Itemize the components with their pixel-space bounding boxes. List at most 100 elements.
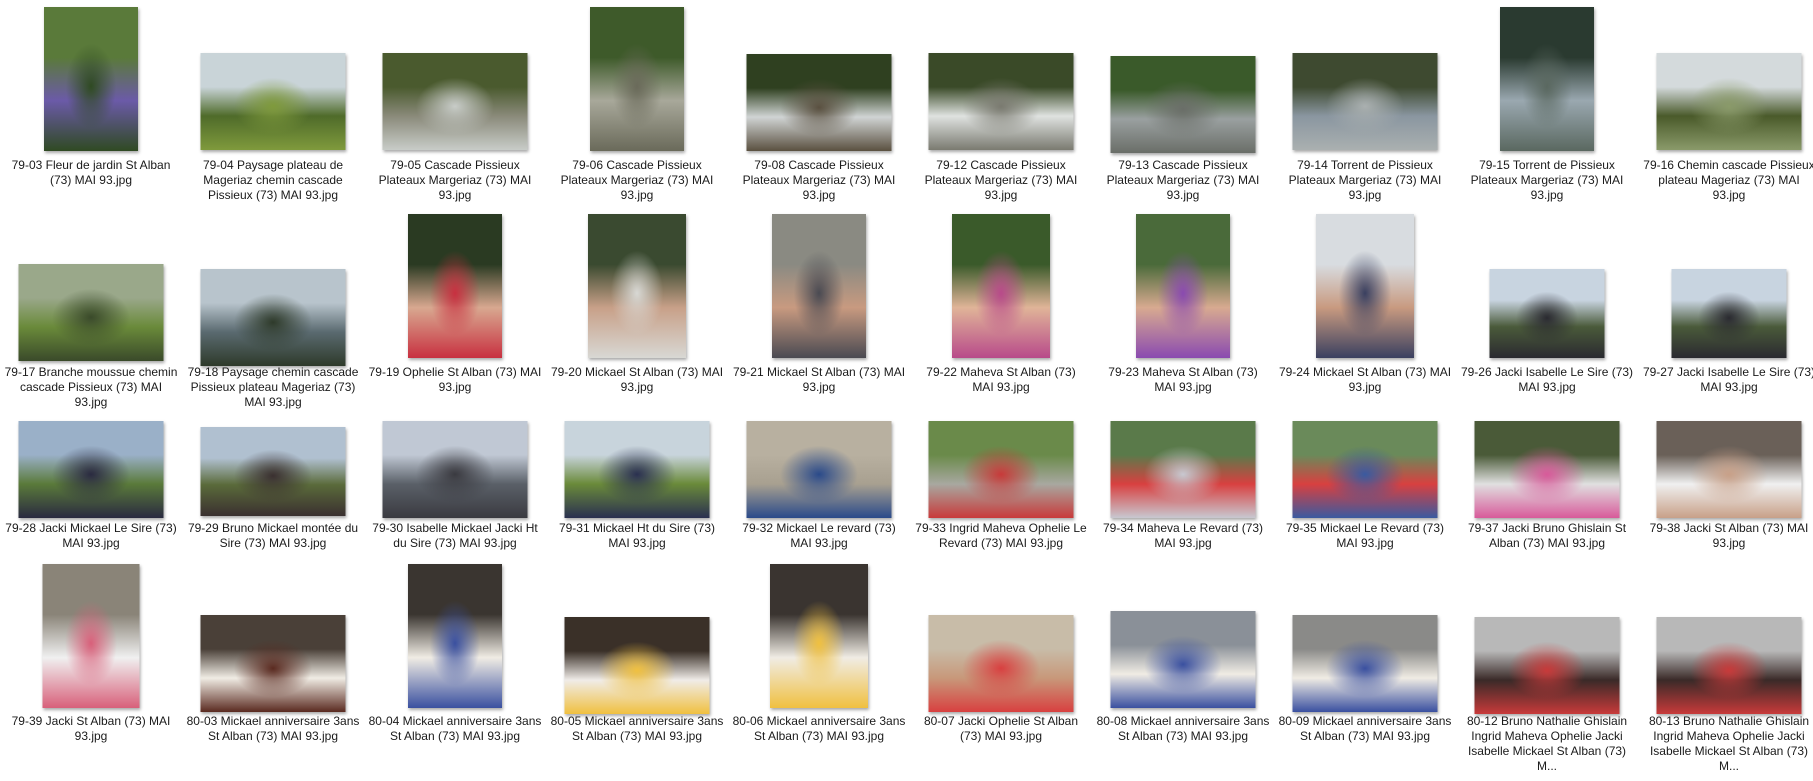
file-name-label: 79-38 Jacki St Alban (73) MAI 93.jpg — [1649, 521, 1809, 550]
image-thumbnail[interactable] — [1656, 617, 1802, 714]
file-name-label: 80-09 Mickael anniversaire 3ans St Alban… — [1278, 714, 1452, 743]
image-thumbnail[interactable] — [564, 617, 710, 714]
image-thumbnail[interactable] — [746, 421, 892, 518]
image-thumbnail[interactable] — [18, 421, 164, 518]
file-name-label: 79-34 Maheva Le Revard (73) MAI 93.jpg — [1102, 521, 1264, 550]
file-name-label: 80-12 Bruno Nathalie Ghislain Ingrid Mah… — [1466, 714, 1628, 773]
image-thumbnail[interactable] — [408, 214, 502, 358]
file-name-label: 79-16 Chemin cascade Pissieux plateau Ma… — [1643, 158, 1813, 202]
image-thumbnail[interactable] — [42, 564, 140, 708]
image-thumbnail[interactable] — [952, 214, 1050, 358]
file-name-label: 79-15 Torrent de Pissieux Plateaux Marge… — [1470, 158, 1624, 202]
image-thumbnail[interactable] — [1656, 421, 1802, 518]
image-thumbnail[interactable] — [1136, 214, 1230, 358]
file-item[interactable]: 79-18 Paysage chemin cascade Pissieux pl… — [182, 207, 364, 413]
file-item[interactable]: 79-35 Mickael Le Revard (73) MAI 93.jpg — [1274, 413, 1456, 560]
file-item[interactable]: 80-12 Bruno Nathalie Ghislain Ingrid Mah… — [1456, 560, 1638, 781]
image-thumbnail[interactable] — [200, 53, 346, 150]
image-thumbnail[interactable] — [408, 564, 502, 708]
file-name-label: 79-39 Jacki St Alban (73) MAI 93.jpg — [11, 714, 171, 743]
image-thumbnail[interactable] — [1110, 56, 1256, 153]
file-item[interactable]: 80-03 Mickael anniversaire 3ans St Alban… — [182, 560, 364, 781]
image-thumbnail[interactable] — [1292, 53, 1438, 150]
file-item[interactable]: 79-08 Cascade Pissieux Plateaux Margeria… — [728, 0, 910, 207]
file-name-label: 79-31 Mickael Ht du Sire (73) MAI 93.jpg — [558, 521, 716, 550]
file-item[interactable]: 79-04 Paysage plateau de Mageriaz chemin… — [182, 0, 364, 207]
file-item[interactable]: 79-05 Cascade Pissieux Plateaux Margeria… — [364, 0, 546, 207]
file-item[interactable]: 79-19 Ophelie St Alban (73) MAI 93.jpg — [364, 207, 546, 413]
file-item[interactable]: 80-07 Jacki Ophelie St Alban (73) MAI 93… — [910, 560, 1092, 781]
image-thumbnail[interactable] — [564, 421, 710, 518]
file-item[interactable]: 79-34 Maheva Le Revard (73) MAI 93.jpg — [1092, 413, 1274, 560]
file-item[interactable]: 79-28 Jacki Mickael Le Sire (73) MAI 93.… — [0, 413, 182, 560]
file-name-label: 79-14 Torrent de Pissieux Plateaux Marge… — [1288, 158, 1442, 202]
file-item[interactable]: 79-14 Torrent de Pissieux Plateaux Marge… — [1274, 0, 1456, 207]
file-item[interactable]: 79-03 Fleur de jardin St Alban (73) MAI … — [0, 0, 182, 207]
file-item[interactable]: 79-12 Cascade Pissieux Plateaux Margeria… — [910, 0, 1092, 207]
file-name-label: 79-12 Cascade Pissieux Plateaux Margeria… — [924, 158, 1078, 202]
file-item[interactable]: 80-09 Mickael anniversaire 3ans St Alban… — [1274, 560, 1456, 781]
file-item[interactable]: 79-23 Maheva St Alban (73) MAI 93.jpg — [1092, 207, 1274, 413]
image-thumbnail[interactable] — [200, 427, 346, 516]
image-thumbnail[interactable] — [1110, 611, 1256, 708]
image-thumbnail[interactable] — [1110, 421, 1256, 518]
file-item[interactable]: 80-04 Mickael anniversaire 3ans St Alban… — [364, 560, 546, 781]
file-item[interactable]: 79-20 Mickael St Alban (73) MAI 93.jpg — [546, 207, 728, 413]
file-name-label: 79-22 Maheva St Alban (73) MAI 93.jpg — [926, 365, 1076, 394]
file-item[interactable]: 79-17 Branche moussue chemin cascade Pis… — [0, 207, 182, 413]
file-thumbnail-grid: 79-03 Fleur de jardin St Alban (73) MAI … — [0, 0, 1813, 781]
file-item[interactable]: 79-26 Jacki Isabelle Le Sire (73) MAI 93… — [1456, 207, 1638, 413]
file-item[interactable]: 79-06 Cascade Pissieux Plateaux Margeria… — [546, 0, 728, 207]
file-name-label: 79-26 Jacki Isabelle Le Sire (73) MAI 93… — [1460, 365, 1634, 394]
file-name-label: 80-06 Mickael anniversaire 3ans St Alban… — [732, 714, 906, 743]
file-name-label: 80-13 Bruno Nathalie Ghislain Ingrid Mah… — [1648, 714, 1810, 773]
file-item[interactable]: 80-06 Mickael anniversaire 3ans St Alban… — [728, 560, 910, 781]
file-item[interactable]: 80-08 Mickael anniversaire 3ans St Alban… — [1092, 560, 1274, 781]
file-item[interactable]: 79-29 Bruno Mickael montée du Sire (73) … — [182, 413, 364, 560]
image-thumbnail[interactable] — [1474, 617, 1620, 714]
image-thumbnail[interactable] — [1316, 214, 1414, 358]
image-thumbnail[interactable] — [746, 54, 892, 151]
file-item[interactable]: 79-21 Mickael St Alban (73) MAI 93.jpg — [728, 207, 910, 413]
image-thumbnail[interactable] — [1292, 421, 1438, 518]
file-name-label: 79-04 Paysage plateau de Mageriaz chemin… — [202, 158, 344, 202]
file-item[interactable]: 80-13 Bruno Nathalie Ghislain Ingrid Mah… — [1638, 560, 1813, 781]
image-thumbnail[interactable] — [200, 615, 346, 712]
image-thumbnail[interactable] — [1489, 269, 1605, 358]
file-item[interactable]: 79-32 Mickael Le revard (73) MAI 93.jpg — [728, 413, 910, 560]
image-thumbnail[interactable] — [382, 421, 528, 518]
file-item[interactable]: 79-31 Mickael Ht du Sire (73) MAI 93.jpg — [546, 413, 728, 560]
file-item[interactable]: 79-22 Maheva St Alban (73) MAI 93.jpg — [910, 207, 1092, 413]
file-item[interactable]: 79-30 Isabelle Mickael Jacki Ht du Sire … — [364, 413, 546, 560]
image-thumbnail[interactable] — [382, 53, 528, 150]
image-thumbnail[interactable] — [1656, 53, 1802, 150]
file-item[interactable]: 79-37 Jacki Bruno Ghislain St Alban (73)… — [1456, 413, 1638, 560]
image-thumbnail[interactable] — [770, 564, 868, 708]
image-thumbnail[interactable] — [590, 7, 684, 151]
file-item[interactable]: 79-16 Chemin cascade Pissieux plateau Ma… — [1638, 0, 1813, 207]
image-thumbnail[interactable] — [928, 615, 1074, 712]
file-item[interactable]: 79-15 Torrent de Pissieux Plateaux Marge… — [1456, 0, 1638, 207]
image-thumbnail[interactable] — [588, 214, 686, 358]
file-name-label: 79-29 Bruno Mickael montée du Sire (73) … — [187, 521, 359, 550]
image-thumbnail[interactable] — [200, 269, 346, 366]
image-thumbnail[interactable] — [18, 264, 164, 361]
image-thumbnail[interactable] — [928, 421, 1074, 518]
file-item[interactable]: 79-24 Mickael St Alban (73) MAI 93.jpg — [1274, 207, 1456, 413]
file-item[interactable]: 80-05 Mickael anniversaire 3ans St Alban… — [546, 560, 728, 781]
image-thumbnail[interactable] — [772, 214, 866, 358]
file-item[interactable]: 79-13 Cascade Pissieux Plateaux Margeria… — [1092, 0, 1274, 207]
file-name-label: 80-04 Mickael anniversaire 3ans St Alban… — [368, 714, 542, 743]
image-thumbnail[interactable] — [44, 7, 138, 151]
file-item[interactable]: 79-27 Jacki Isabelle Le Sire (73) MAI 93… — [1638, 207, 1813, 413]
file-name-label: 79-35 Mickael Le Revard (73) MAI 93.jpg — [1285, 521, 1445, 550]
image-thumbnail[interactable] — [928, 53, 1074, 150]
file-item[interactable]: 79-39 Jacki St Alban (73) MAI 93.jpg — [0, 560, 182, 781]
image-thumbnail[interactable] — [1500, 7, 1594, 151]
file-name-label: 79-06 Cascade Pissieux Plateaux Margeria… — [560, 158, 714, 202]
image-thumbnail[interactable] — [1671, 269, 1787, 358]
file-item[interactable]: 79-38 Jacki St Alban (73) MAI 93.jpg — [1638, 413, 1813, 560]
image-thumbnail[interactable] — [1292, 615, 1438, 712]
file-item[interactable]: 79-33 Ingrid Maheva Ophelie Le Revard (7… — [910, 413, 1092, 560]
image-thumbnail[interactable] — [1474, 421, 1620, 518]
